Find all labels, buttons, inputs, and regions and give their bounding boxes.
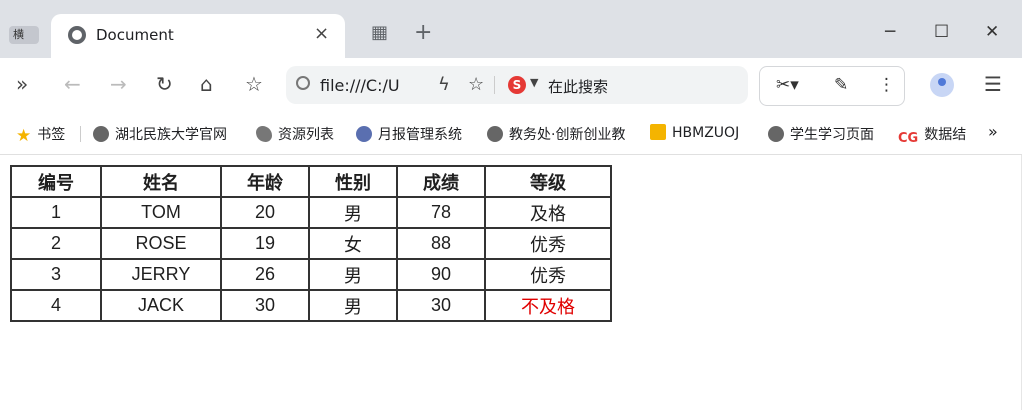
cell-id: 3	[11, 259, 101, 290]
globe-icon	[68, 26, 86, 44]
profile-avatar[interactable]	[930, 73, 954, 97]
bookmark-item[interactable]: 湖北民族大学官网	[93, 124, 227, 144]
grades-table: 编号 姓名 年龄 性别 成绩 等级 1 TOM 20 男 78 及格 2 ROS…	[10, 165, 612, 322]
new-tab-button[interactable]: +	[414, 20, 432, 45]
sogou-icon[interactable]: S	[508, 76, 526, 94]
menu-icon[interactable]: ☰	[984, 72, 1002, 96]
cell-grade-fail: 不及格	[485, 290, 611, 321]
cell-score: 88	[397, 228, 485, 259]
cell-grade: 优秀	[485, 228, 611, 259]
cell-score: 30	[397, 290, 485, 321]
cell-name: JACK	[101, 290, 221, 321]
sidebar-toggle-icon[interactable]: »	[16, 72, 28, 96]
bookmark-label: 教务处·创新创业教	[509, 127, 626, 143]
favorite-add-icon[interactable]: ☆	[468, 74, 484, 95]
maximize-icon[interactable]: ☐	[934, 22, 949, 42]
bookmark-item[interactable]: CG 数据结	[898, 124, 970, 147]
pen-icon[interactable]: ✎	[834, 75, 848, 95]
cell-gender: 男	[309, 290, 397, 321]
globe-icon	[768, 126, 784, 142]
header-cell-gender: 性别	[309, 166, 397, 197]
header-cell-grade: 等级	[485, 166, 611, 197]
globe-icon	[93, 126, 109, 142]
header-cell-score: 成绩	[397, 166, 485, 197]
cell-id: 2	[11, 228, 101, 259]
cell-gender: 女	[309, 228, 397, 259]
home-icon[interactable]: ⌂	[200, 72, 213, 96]
cell-name: TOM	[101, 197, 221, 228]
globe-icon	[487, 126, 503, 142]
more-vert-icon[interactable]: ⋮	[878, 75, 895, 95]
side-panel-button[interactable]: 横	[9, 26, 39, 44]
bookmark-item[interactable]: ★ 书签	[16, 124, 66, 146]
cell-age: 19	[221, 228, 309, 259]
header-cell-id: 编号	[11, 166, 101, 197]
tab-document[interactable]: Document ×	[51, 14, 345, 58]
window-close-icon[interactable]: ✕	[985, 22, 999, 42]
bookmark-item[interactable]: 月报管理系统	[356, 124, 462, 144]
seal-icon	[356, 126, 372, 142]
cell-age: 30	[221, 290, 309, 321]
cell-score: 78	[397, 197, 485, 228]
cell-gender: 男	[309, 259, 397, 290]
browser-toolbar: » ← → ↻ ⌂ ☆ file:///C:/U ϟ ☆ S ▼ 在此搜索 ✂▾…	[0, 58, 1022, 112]
search-engine-input[interactable]: 在此搜索	[548, 76, 608, 97]
back-icon[interactable]: ←	[64, 72, 81, 96]
forward-icon[interactable]: →	[110, 72, 127, 96]
bookmark-label: 学生学习页面	[790, 127, 874, 143]
close-icon[interactable]: ×	[314, 23, 329, 44]
more-bookmarks-icon[interactable]: »	[988, 122, 998, 141]
hbmzuoj-icon	[650, 124, 666, 140]
cell-id: 1	[11, 197, 101, 228]
reload-icon[interactable]: ↻	[156, 72, 173, 96]
leaf-icon	[256, 126, 272, 142]
bookmark-label: HBMZUOJ	[672, 125, 740, 141]
cell-id: 4	[11, 290, 101, 321]
table-row: 1 TOM 20 男 78 及格	[11, 197, 611, 228]
lightning-icon[interactable]: ϟ	[438, 74, 450, 95]
table-header-row: 编号 姓名 年龄 性别 成绩 等级	[11, 166, 611, 197]
chevron-down-icon[interactable]: ▼	[530, 76, 538, 89]
bookmark-item[interactable]: 资源列表	[256, 124, 334, 144]
table-row: 3 JERRY 26 男 90 优秀	[11, 259, 611, 290]
header-cell-age: 年龄	[221, 166, 309, 197]
bookmark-label: 书签	[37, 127, 66, 143]
cell-score: 90	[397, 259, 485, 290]
bookmarks-bar: ★ 书签 湖北民族大学官网 资源列表 月报管理系统 教务处·创新创业教 HBMZU…	[0, 112, 1022, 155]
cell-age: 26	[221, 259, 309, 290]
page-content: 编号 姓名 年龄 性别 成绩 等级 1 TOM 20 男 78 及格 2 ROS…	[0, 155, 1022, 410]
bookmark-star-icon[interactable]: ☆	[245, 72, 263, 96]
bookmark-item[interactable]: 学生学习页面	[768, 124, 874, 144]
table-row: 2 ROSE 19 女 88 优秀	[11, 228, 611, 259]
tab-search-icon[interactable]: ▦	[371, 22, 388, 43]
address-url[interactable]: file:///C:/U	[320, 76, 400, 95]
scissors-icon[interactable]: ✂▾	[776, 75, 799, 95]
cg-icon: CG	[898, 131, 919, 146]
cell-gender: 男	[309, 197, 397, 228]
bookmark-item[interactable]: HBMZUOJ	[650, 124, 739, 141]
cell-age: 20	[221, 197, 309, 228]
bookmark-label: 湖北民族大学官网	[115, 127, 227, 143]
search-icon	[296, 76, 310, 90]
cell-grade: 及格	[485, 197, 611, 228]
divider	[494, 76, 495, 94]
star-icon: ★	[16, 126, 32, 146]
table-row: 4 JACK 30 男 30 不及格	[11, 290, 611, 321]
extensions-group: ✂▾ ✎ ⋮	[759, 66, 905, 106]
cell-name: ROSE	[101, 228, 221, 259]
minimize-icon[interactable]: ─	[885, 22, 895, 42]
bookmark-label: 数据结	[924, 127, 967, 143]
cell-grade: 优秀	[485, 259, 611, 290]
tab-title: Document	[96, 26, 174, 44]
cell-name: JERRY	[101, 259, 221, 290]
bookmark-item[interactable]: 教务处·创新创业教	[487, 124, 625, 144]
bookmark-label: 月报管理系统	[378, 127, 462, 143]
bookmark-label: 资源列表	[278, 127, 334, 143]
divider	[80, 126, 81, 142]
address-bar[interactable]: file:///C:/U ϟ ☆ S ▼ 在此搜索	[286, 66, 748, 104]
tab-strip: 横 Document × ▦ + ─ ☐ ✕	[0, 0, 1022, 58]
header-cell-name: 姓名	[101, 166, 221, 197]
